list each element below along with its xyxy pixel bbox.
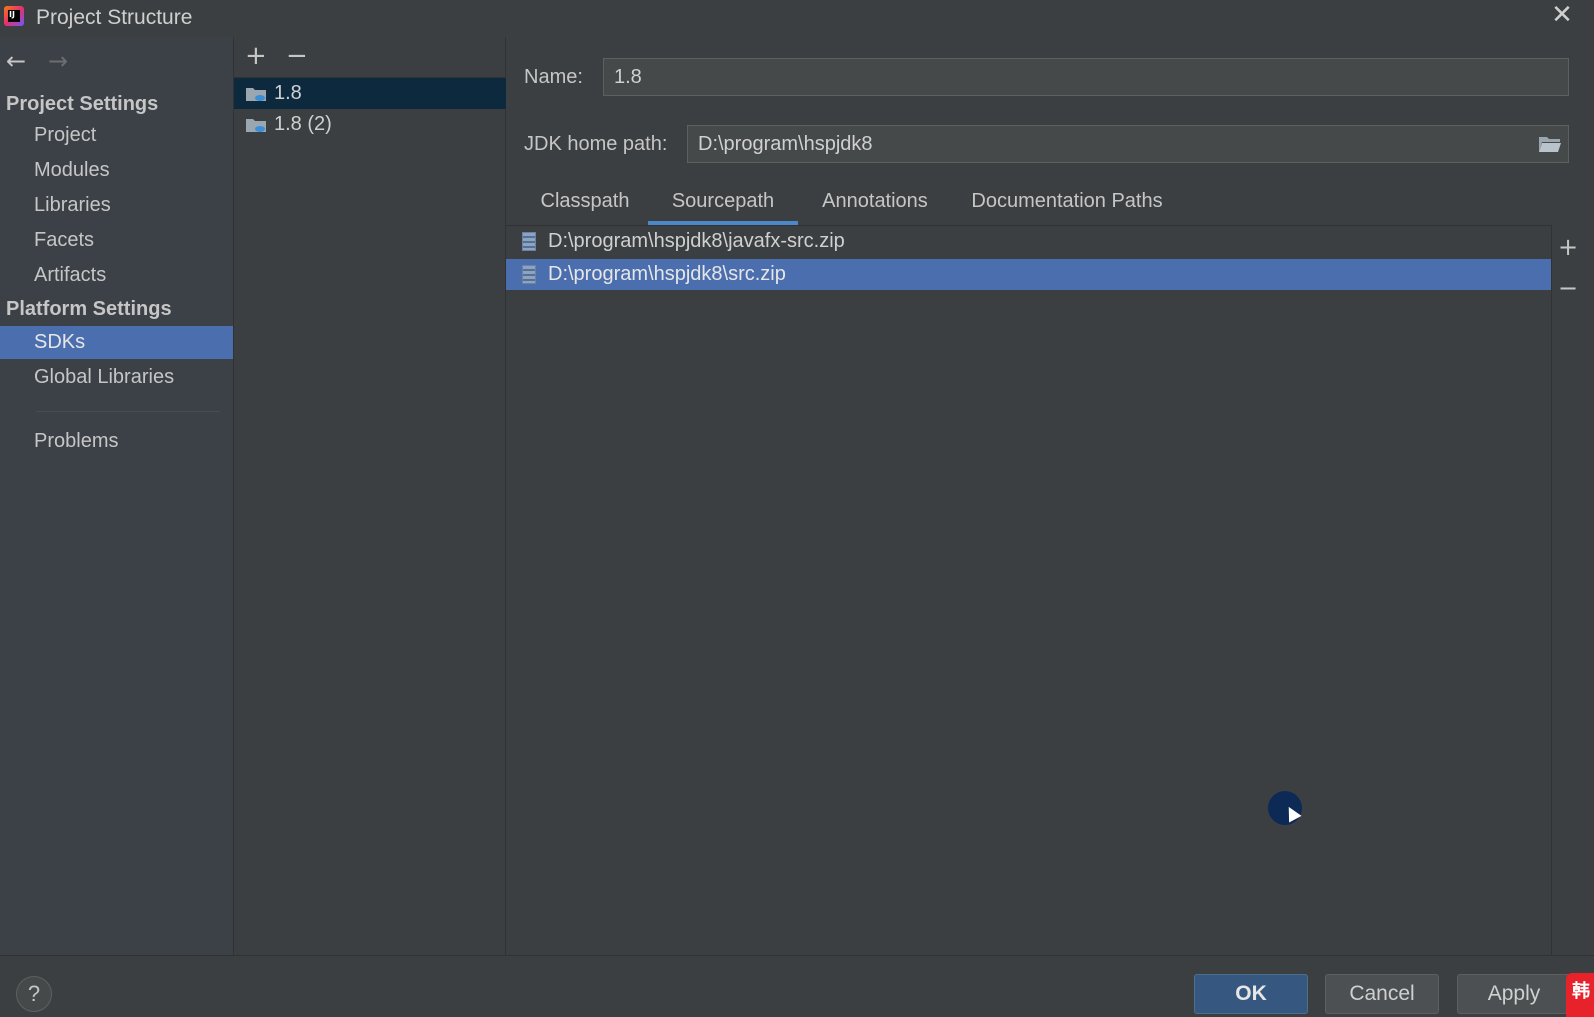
path-tabs: Classpath Sourcepath Annotations Documen… — [506, 185, 1594, 225]
sidebar-item-libraries[interactable]: Libraries — [0, 189, 233, 222]
title-bar: IJ Project Structure ✕ — [0, 0, 1594, 37]
project-settings-header: Project Settings — [6, 93, 159, 115]
sdk-list-panel: + − 1.8 1.8 (2) — [233, 37, 506, 955]
list-item[interactable]: D:\program\hspjdk8\javafx-src.zip — [506, 226, 1551, 257]
sidebar-item-artifacts[interactable]: Artifacts — [0, 259, 233, 292]
open-folder-icon[interactable] — [1538, 134, 1562, 154]
folder-icon — [246, 119, 266, 132]
jdk-home-path-label: JDK home path: — [524, 133, 668, 155]
help-button[interactable]: ? — [16, 976, 52, 1012]
sdk-detail-panel: Name: 1.8 JDK home path: D:\program\hspj… — [506, 37, 1594, 955]
dialog-footer: ? OK Cancel Apply — [0, 955, 1594, 1014]
platform-settings-header: Platform Settings — [6, 298, 172, 320]
sourcepath-list: D:\program\hspjdk8\javafx-src.zip D:\pro… — [506, 225, 1552, 955]
tab-annotations[interactable]: Annotations — [800, 185, 950, 225]
forward-arrow-icon[interactable]: → — [48, 47, 68, 75]
path-label: D:\program\hspjdk8\javafx-src.zip — [548, 230, 845, 252]
window-title: Project Structure — [36, 6, 193, 29]
jdk-home-path-input[interactable]: D:\program\hspjdk8 — [687, 125, 1569, 163]
sidebar-item-project[interactable]: Project — [0, 119, 233, 152]
back-arrow-icon[interactable]: ← — [6, 47, 26, 75]
sidebar-item-facets[interactable]: Facets — [0, 224, 233, 257]
app-icon-text: IJ — [9, 10, 15, 19]
ok-button[interactable]: OK — [1194, 974, 1308, 1014]
path-label: D:\program\hspjdk8\src.zip — [548, 263, 786, 285]
folder-icon — [246, 88, 266, 101]
cancel-button[interactable]: Cancel — [1325, 974, 1439, 1014]
add-path-button[interactable]: + — [1558, 233, 1578, 261]
list-item[interactable]: D:\program\hspjdk8\src.zip — [506, 259, 1551, 290]
sdk-item-label: 1.8 — [274, 82, 302, 104]
sidebar-item-problems[interactable]: Problems — [0, 425, 233, 458]
tab-documentation-paths[interactable]: Documentation Paths — [954, 185, 1180, 225]
sdk-list-item[interactable]: 1.8 (2) — [234, 109, 506, 140]
overlay-badge: 韩 — [1566, 973, 1594, 1017]
name-input[interactable]: 1.8 — [603, 58, 1569, 96]
sdk-list-item[interactable]: 1.8 — [234, 78, 506, 109]
intellij-app-icon: IJ — [4, 6, 24, 26]
jar-file-icon — [522, 265, 536, 284]
sidebar-divider — [36, 411, 220, 412]
close-icon[interactable]: ✕ — [1549, 2, 1575, 28]
jdk-home-path-value: D:\program\hspjdk8 — [698, 133, 873, 155]
sidebar-item-sdks[interactable]: SDKs — [0, 326, 233, 359]
tab-sourcepath[interactable]: Sourcepath — [648, 185, 798, 225]
name-label: Name: — [524, 66, 583, 88]
sidebar-item-global-libraries[interactable]: Global Libraries — [0, 361, 233, 394]
remove-sdk-button[interactable]: − — [286, 41, 308, 71]
settings-sidebar: ← → Project Settings Project Modules Lib… — [0, 37, 233, 955]
remove-path-button[interactable]: − — [1558, 274, 1578, 302]
apply-button[interactable]: Apply — [1457, 974, 1571, 1014]
sidebar-item-modules[interactable]: Modules — [0, 154, 233, 187]
tab-classpath[interactable]: Classpath — [522, 185, 648, 225]
add-sdk-button[interactable]: + — [245, 41, 267, 71]
jar-file-icon — [522, 232, 536, 251]
sdk-item-label: 1.8 (2) — [274, 113, 332, 135]
